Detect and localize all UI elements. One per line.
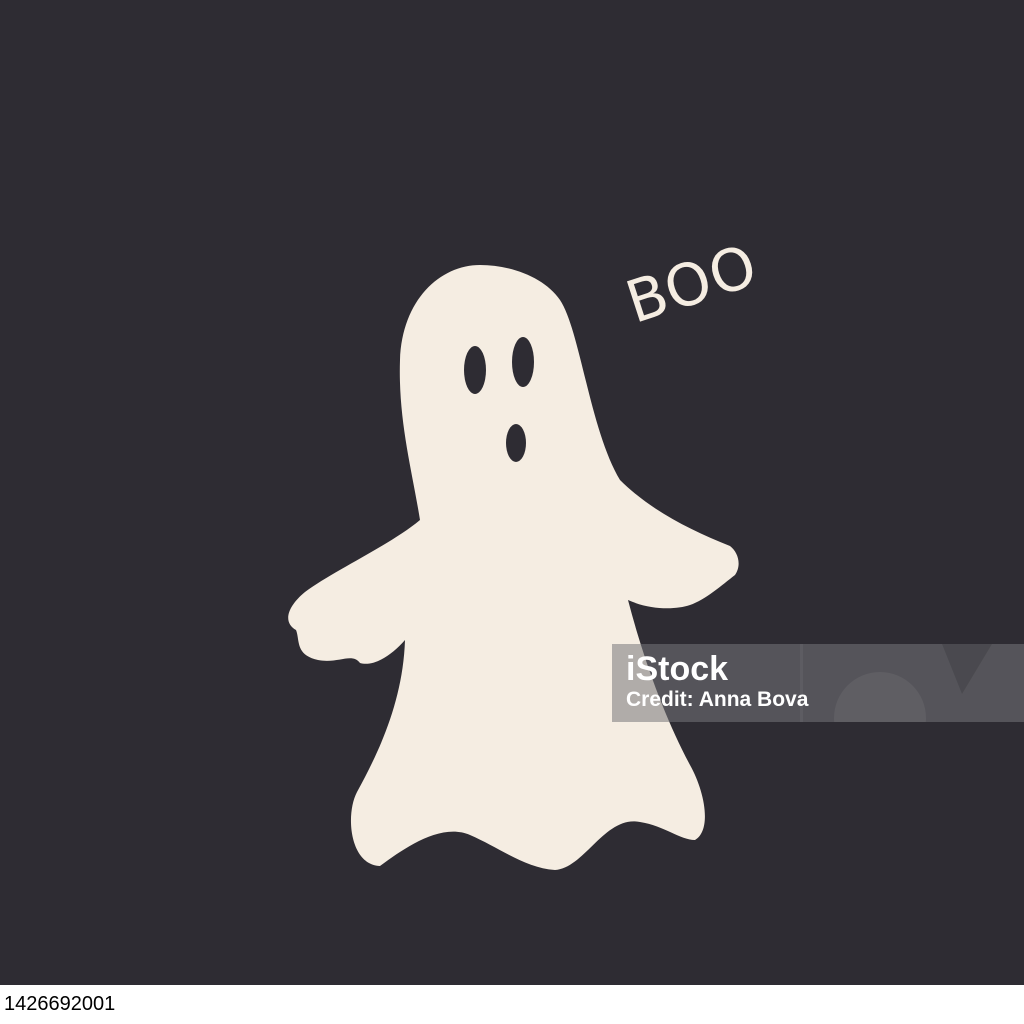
istock-logo: iStock bbox=[626, 650, 729, 688]
ghost-right-eye bbox=[512, 337, 534, 387]
image-id: 1426692001 bbox=[4, 993, 116, 1015]
artwork: BOO bbox=[0, 0, 1024, 985]
footer-bar: 1426692001 bbox=[0, 985, 1024, 1024]
credit-line: Credit: Anna Bova bbox=[626, 688, 809, 711]
ghost-left-eye bbox=[464, 346, 486, 394]
watermark: iStock Credit: Anna Bova bbox=[612, 644, 1024, 722]
ghost-mouth bbox=[506, 424, 526, 462]
scene-canvas bbox=[0, 0, 1024, 985]
